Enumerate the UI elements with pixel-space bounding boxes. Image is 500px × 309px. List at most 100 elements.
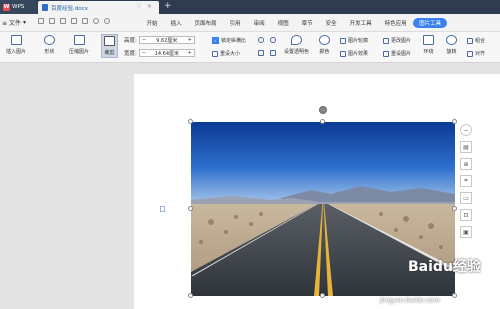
tab-close-icon[interactable]: × [147, 3, 152, 10]
align-label: 对齐 [475, 51, 486, 57]
tab-security[interactable]: 安全 [319, 19, 343, 27]
rotate-handle-icon[interactable] [319, 106, 327, 114]
crop-label: 裁剪 [104, 50, 115, 56]
wrap-label: 环绕 [423, 49, 434, 55]
height-input[interactable]: − 9.62厘米 + [138, 36, 195, 44]
height-increment[interactable]: + [188, 37, 192, 43]
rotate-right-button[interactable] [270, 37, 276, 43]
insert-picture-button[interactable]: 插入图片 [6, 35, 26, 55]
file-menu-label: ≡ 文件 [2, 20, 21, 27]
align-button[interactable]: 对齐 [467, 50, 485, 57]
zoom-icon[interactable]: ⊕ [460, 158, 472, 170]
reset-picture-button[interactable]: 重设图片 [383, 50, 411, 57]
height-decrement[interactable]: − [142, 37, 146, 43]
flip-horizontal-icon [258, 50, 264, 56]
new-tab-button[interactable]: + [164, 1, 172, 12]
tab-review[interactable]: 审阅 [247, 19, 271, 27]
set-transparent-label: 设置透明色 [284, 49, 310, 55]
format-painter-icon[interactable] [82, 18, 88, 24]
print-icon[interactable] [49, 18, 55, 24]
tab-page-layout[interactable]: 页面布局 [188, 19, 223, 27]
wrap-text-icon [423, 35, 434, 45]
rotate-right-icon [270, 37, 276, 43]
save-icon[interactable] [38, 18, 44, 24]
resize-handle-top-left[interactable] [188, 119, 193, 124]
combine-button[interactable]: 组合 [467, 37, 485, 44]
reset-size-icon [212, 50, 218, 57]
rotate-left-button[interactable] [258, 37, 264, 43]
width-label: 宽度: [124, 51, 137, 57]
file-menu[interactable]: ≡ 文件 ▾ [2, 17, 26, 28]
resize-handle-right[interactable] [452, 206, 457, 211]
crop-button[interactable]: 裁剪 [101, 34, 118, 58]
color-label: 颜色 [319, 49, 330, 55]
flip-vertical-button[interactable] [270, 50, 276, 56]
width-value: 14.64厘米 [154, 50, 180, 57]
watermark-url: jingyan.baidu.com [380, 296, 440, 304]
layout-options-icon[interactable]: ▤ [460, 141, 472, 153]
picture-effect-label: 图片效果 [348, 51, 369, 57]
resize-handle-bottom-right[interactable] [452, 293, 457, 298]
compress-picture-button[interactable]: 压缩图片 [69, 35, 89, 55]
picture-outline-button[interactable]: 图片轮廓 [340, 37, 368, 44]
tab-chapter[interactable]: 章节 [295, 19, 319, 27]
rotate-left-icon [258, 37, 264, 43]
collapse-icon[interactable]: − [460, 124, 472, 136]
rotate-button[interactable]: 旋转 [446, 35, 457, 55]
rotate-icon [446, 35, 457, 45]
width-input[interactable]: − 14.64厘米 + [138, 49, 195, 57]
resize-handle-bottom-left[interactable] [188, 293, 193, 298]
export-pdf-icon[interactable] [71, 18, 77, 24]
paragraph-mark-icon [160, 206, 165, 212]
lock-ratio-label: 锁定纵横比 [221, 38, 247, 44]
height-label: 高度: [124, 38, 137, 44]
color-button[interactable]: 颜色 [319, 35, 330, 55]
width-increment[interactable]: + [188, 50, 192, 56]
more-tools-icon[interactable]: ▣ [460, 226, 472, 238]
width-decrement[interactable]: − [142, 50, 146, 56]
set-transparent-button[interactable]: 设置透明色 [284, 35, 309, 55]
tab-references[interactable]: 引用 [223, 19, 247, 27]
height-row: 高度: − 9.62厘米 + [124, 36, 195, 44]
crop-icon[interactable]: ⌗ [460, 175, 472, 187]
change-picture-button[interactable]: 更改图片 [383, 37, 411, 44]
picture-effect-button[interactable]: 图片效果 [340, 50, 368, 57]
insert-picture-label: 插入图片 [6, 49, 27, 55]
picture-outline-icon [340, 37, 346, 44]
tab-developer[interactable]: 开发工具 [343, 19, 378, 27]
menu-bar: ≡ 文件 ▾ 开始 插入 页面布局 引用 审阅 视图 章节 安全 开发工具 特色… [0, 14, 500, 32]
compress-picture-label: 压缩图片 [69, 49, 90, 55]
wrap-button[interactable]: 环绕 [423, 35, 434, 55]
picture-effect-icon [340, 50, 346, 57]
tab-view[interactable]: 视图 [271, 19, 295, 27]
watermark-logo: Baidu经验 [408, 259, 481, 275]
redo-icon[interactable] [104, 18, 110, 24]
image-to-text-icon[interactable]: ⊡ [460, 209, 472, 221]
picture-frame-icon[interactable]: ▭ [460, 192, 472, 204]
reset-picture-icon [383, 50, 389, 57]
wps-tab-label: WPS [12, 4, 25, 10]
rotate-label: 旋转 [446, 49, 457, 55]
picture-quick-tools: − ▤ ⊕ ⌗ ▭ ⊡ ▣ [460, 124, 472, 238]
height-value: 9.62厘米 [156, 37, 178, 44]
shape-button[interactable]: 形状 [44, 35, 55, 55]
lock-ratio-checkbox[interactable]: ✓ 锁定纵横比 [212, 37, 246, 44]
color-icon [319, 35, 330, 45]
resize-handle-top[interactable] [320, 119, 325, 124]
tab-featured[interactable]: 特色应用 [378, 19, 413, 27]
resize-handle-top-right[interactable] [452, 119, 457, 124]
document-tab[interactable]: 百度经验.docx ♡ × [38, 1, 159, 14]
tab-pin-icon[interactable]: ♡ [136, 3, 141, 10]
flip-horizontal-button[interactable] [258, 50, 264, 56]
print-preview-icon[interactable] [60, 18, 66, 24]
tab-insert[interactable]: 插入 [164, 19, 188, 27]
resize-handle-left[interactable] [188, 206, 193, 211]
reset-size-button[interactable]: 重设大小 [212, 50, 240, 57]
tab-start[interactable]: 开始 [140, 19, 164, 27]
undo-icon[interactable] [93, 18, 99, 24]
wps-home-tab[interactable]: W WPS [0, 0, 37, 14]
resize-handle-bottom[interactable] [320, 293, 325, 298]
tab-picture-tools[interactable]: 图片工具 [413, 17, 448, 28]
reset-picture-label: 重设图片 [391, 51, 412, 57]
checkbox-checked-icon: ✓ [212, 37, 219, 44]
